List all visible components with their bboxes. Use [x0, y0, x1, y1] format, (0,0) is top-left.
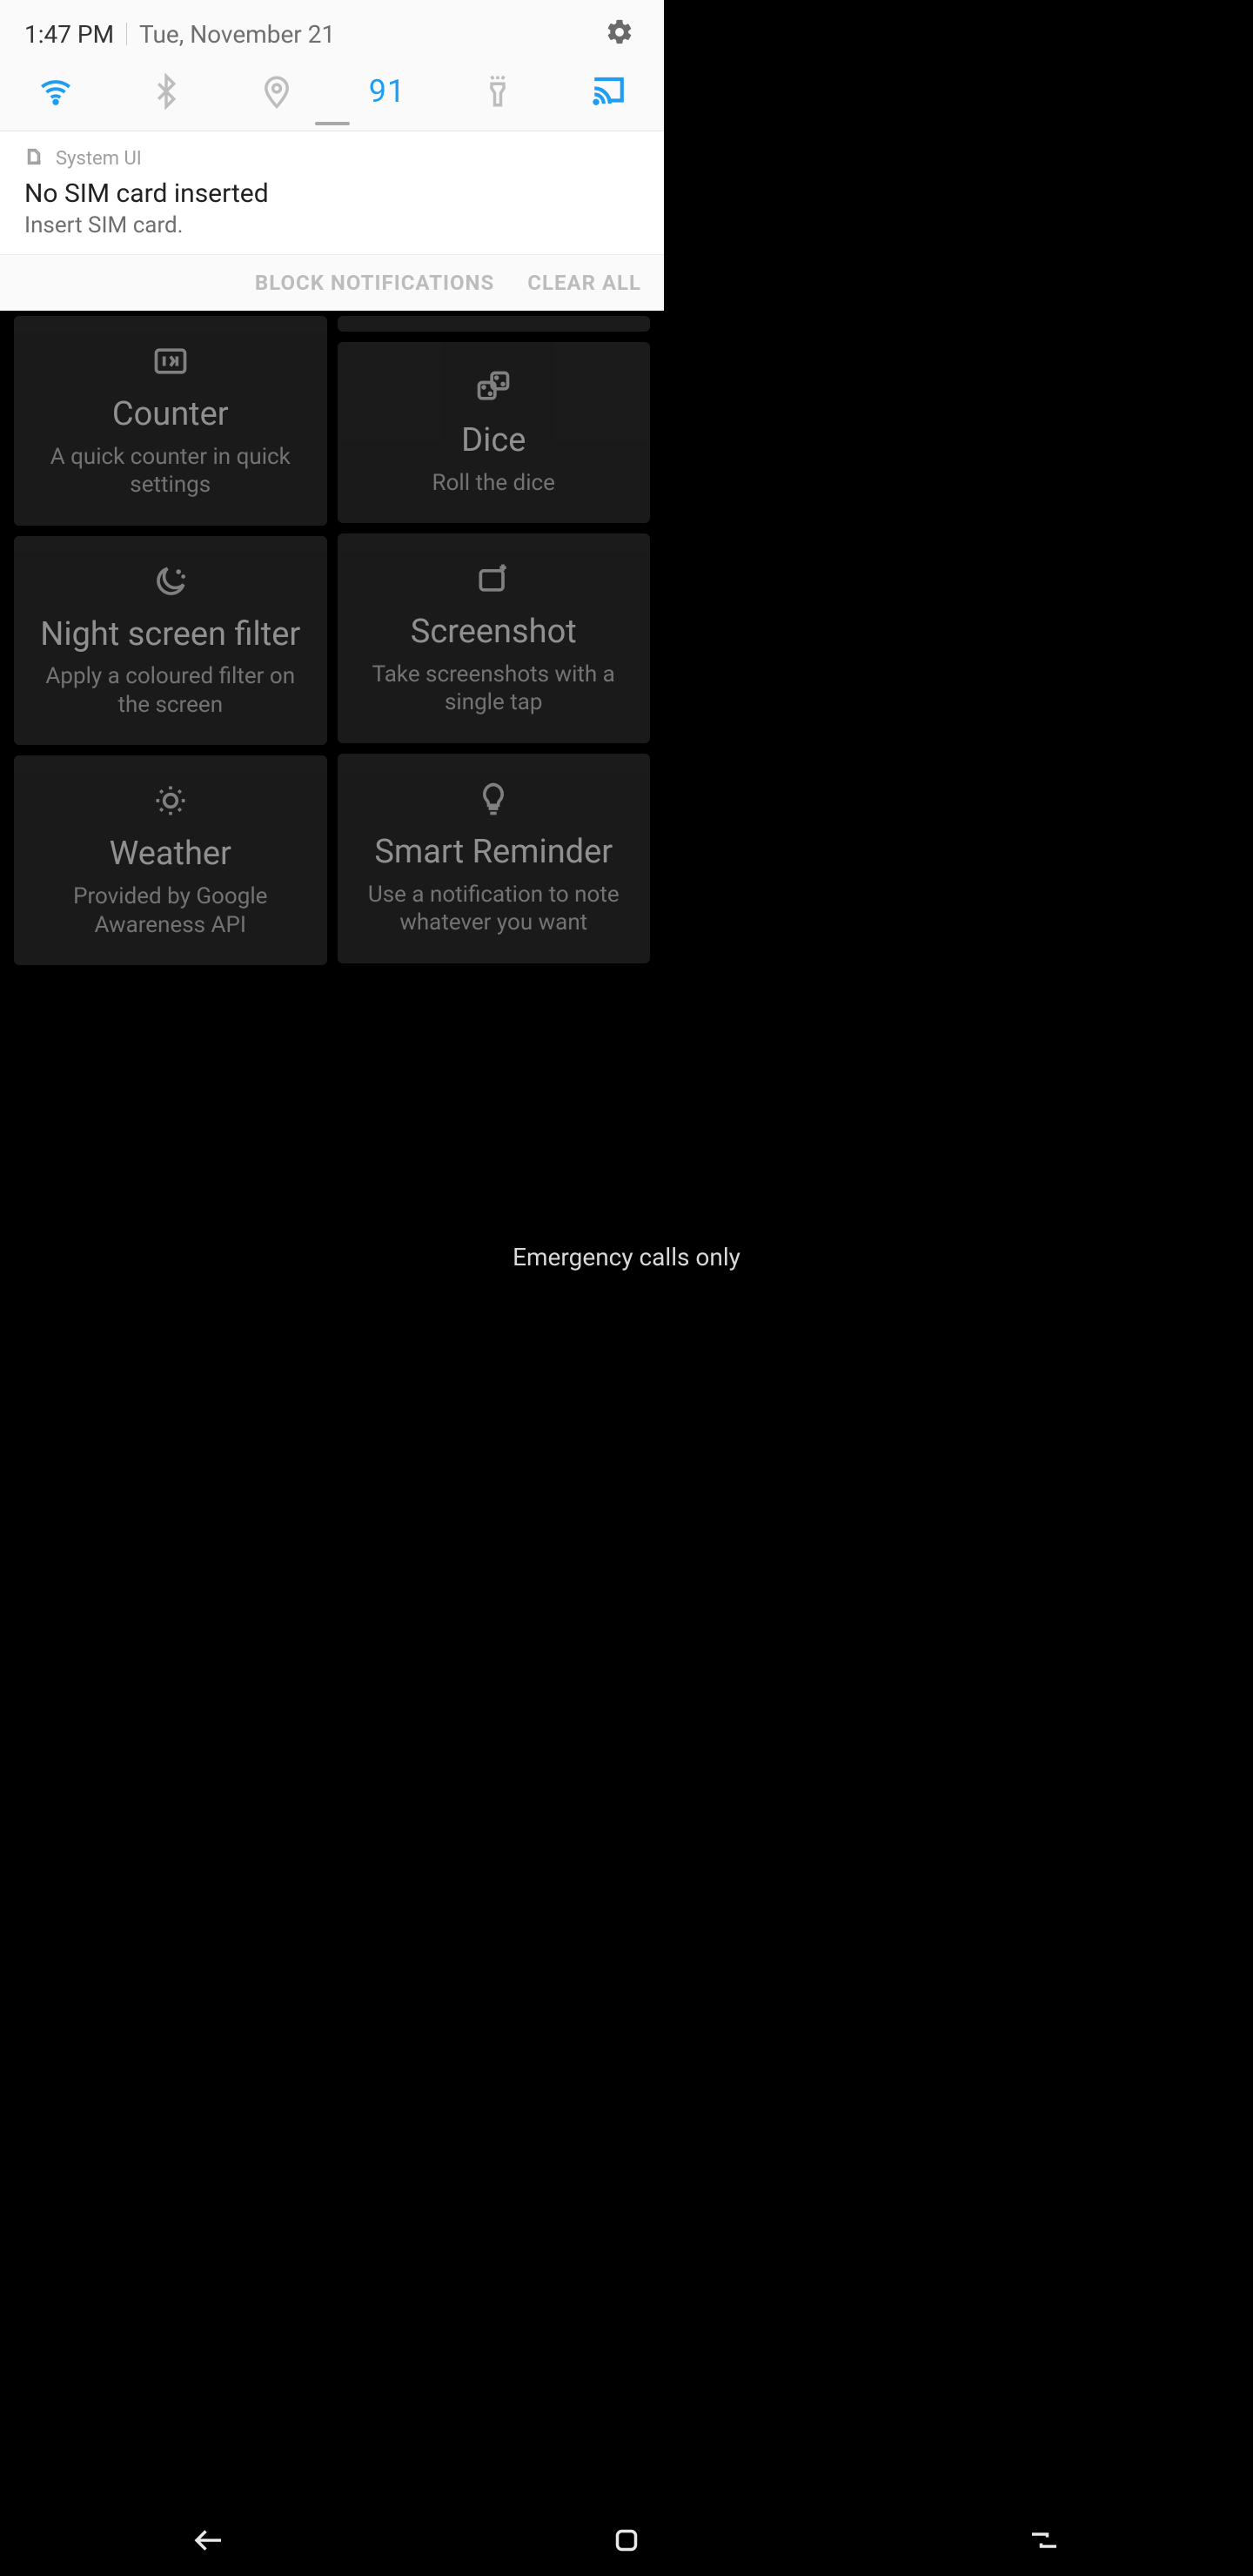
tile-title: Weather: [110, 835, 231, 874]
background-tiles: Counter A quick counter in quick setting…: [0, 311, 664, 1094]
tile-title: Smart Reminder: [374, 834, 613, 872]
home-icon: [608, 2522, 645, 2559]
bluetooth-toggle[interactable]: [140, 73, 192, 110]
tile-smart-reminder[interactable]: Smart Reminder Use a notification to not…: [338, 754, 651, 963]
clear-all-button[interactable]: CLEAR ALL: [527, 271, 641, 295]
back-icon: [191, 2522, 227, 2559]
cast-toggle[interactable]: [582, 73, 634, 110]
brightness-value[interactable]: 91: [361, 73, 413, 110]
notification-actions: BLOCK NOTIFICATIONS CLEAR ALL: [0, 254, 664, 311]
tile-dice[interactable]: Dice Roll the dice: [338, 342, 651, 523]
screenshot-icon: [474, 560, 513, 601]
bluetooth-icon: [148, 73, 184, 110]
tile-sub: Roll the dice: [432, 469, 555, 498]
wifi-icon: [37, 73, 74, 110]
cast-icon: [590, 73, 626, 110]
location-icon: [258, 73, 295, 110]
bulb-icon: [474, 780, 513, 822]
tile-title: Screenshot: [411, 614, 577, 652]
flashlight-toggle[interactable]: [472, 73, 524, 110]
recents-icon: [1026, 2522, 1062, 2559]
tile-title: Counter: [112, 396, 229, 434]
tile-sub: Apply a coloured filter on the screen: [31, 662, 310, 719]
home-button[interactable]: [608, 2522, 645, 2562]
sun-icon: [151, 782, 190, 823]
clock: 1:47 PM: [24, 20, 114, 49]
notification-title: No SIM card inserted: [24, 178, 640, 209]
dice-icon: [474, 368, 513, 410]
tile-partial[interactable]: [338, 316, 651, 332]
wifi-toggle[interactable]: [30, 73, 82, 110]
tile-sub: Provided by Google Awareness API: [31, 882, 310, 939]
tile-sub: Use a notification to note whatever you …: [355, 881, 633, 937]
location-toggle[interactable]: [251, 73, 303, 110]
block-notifications-button[interactable]: BLOCK NOTIFICATIONS: [255, 271, 494, 295]
emergency-calls-label: Emergency calls only: [0, 1243, 1253, 1271]
notification-shade: 1:47 PM Tue, November 21 91: [0, 0, 664, 311]
tile-screenshot[interactable]: Screenshot Take screenshots with a singl…: [338, 533, 651, 743]
notification-app-name: System UI: [56, 148, 142, 170]
tile-night-filter[interactable]: Night screen filter Apply a coloured fil…: [14, 536, 327, 746]
navigation-bar: [0, 2508, 1253, 2576]
quick-settings-row: 91: [0, 57, 664, 113]
notification-card[interactable]: System UI No SIM card inserted Insert SI…: [0, 131, 664, 254]
settings-icon[interactable]: [605, 17, 634, 50]
tile-title: Dice: [461, 422, 526, 460]
panel-drag-handle[interactable]: [315, 122, 350, 125]
recents-button[interactable]: [1026, 2522, 1062, 2562]
back-button[interactable]: [191, 2522, 227, 2562]
flashlight-icon: [479, 73, 516, 110]
notification-subtitle: Insert SIM card.: [24, 212, 640, 238]
tile-weather[interactable]: Weather Provided by Google Awareness API: [14, 755, 327, 965]
separator: [126, 23, 127, 45]
tile-sub: A quick counter in quick settings: [31, 443, 310, 500]
moon-icon: [151, 562, 190, 604]
tile-counter[interactable]: Counter A quick counter in quick setting…: [14, 316, 327, 526]
sim-missing-icon: [24, 147, 44, 170]
status-bar: 1:47 PM Tue, November 21: [0, 0, 664, 57]
tile-title: Night screen filter: [40, 616, 300, 654]
date: Tue, November 21: [139, 20, 335, 49]
tile-sub: Take screenshots with a single tap: [355, 661, 633, 717]
counter-icon: [151, 342, 190, 384]
